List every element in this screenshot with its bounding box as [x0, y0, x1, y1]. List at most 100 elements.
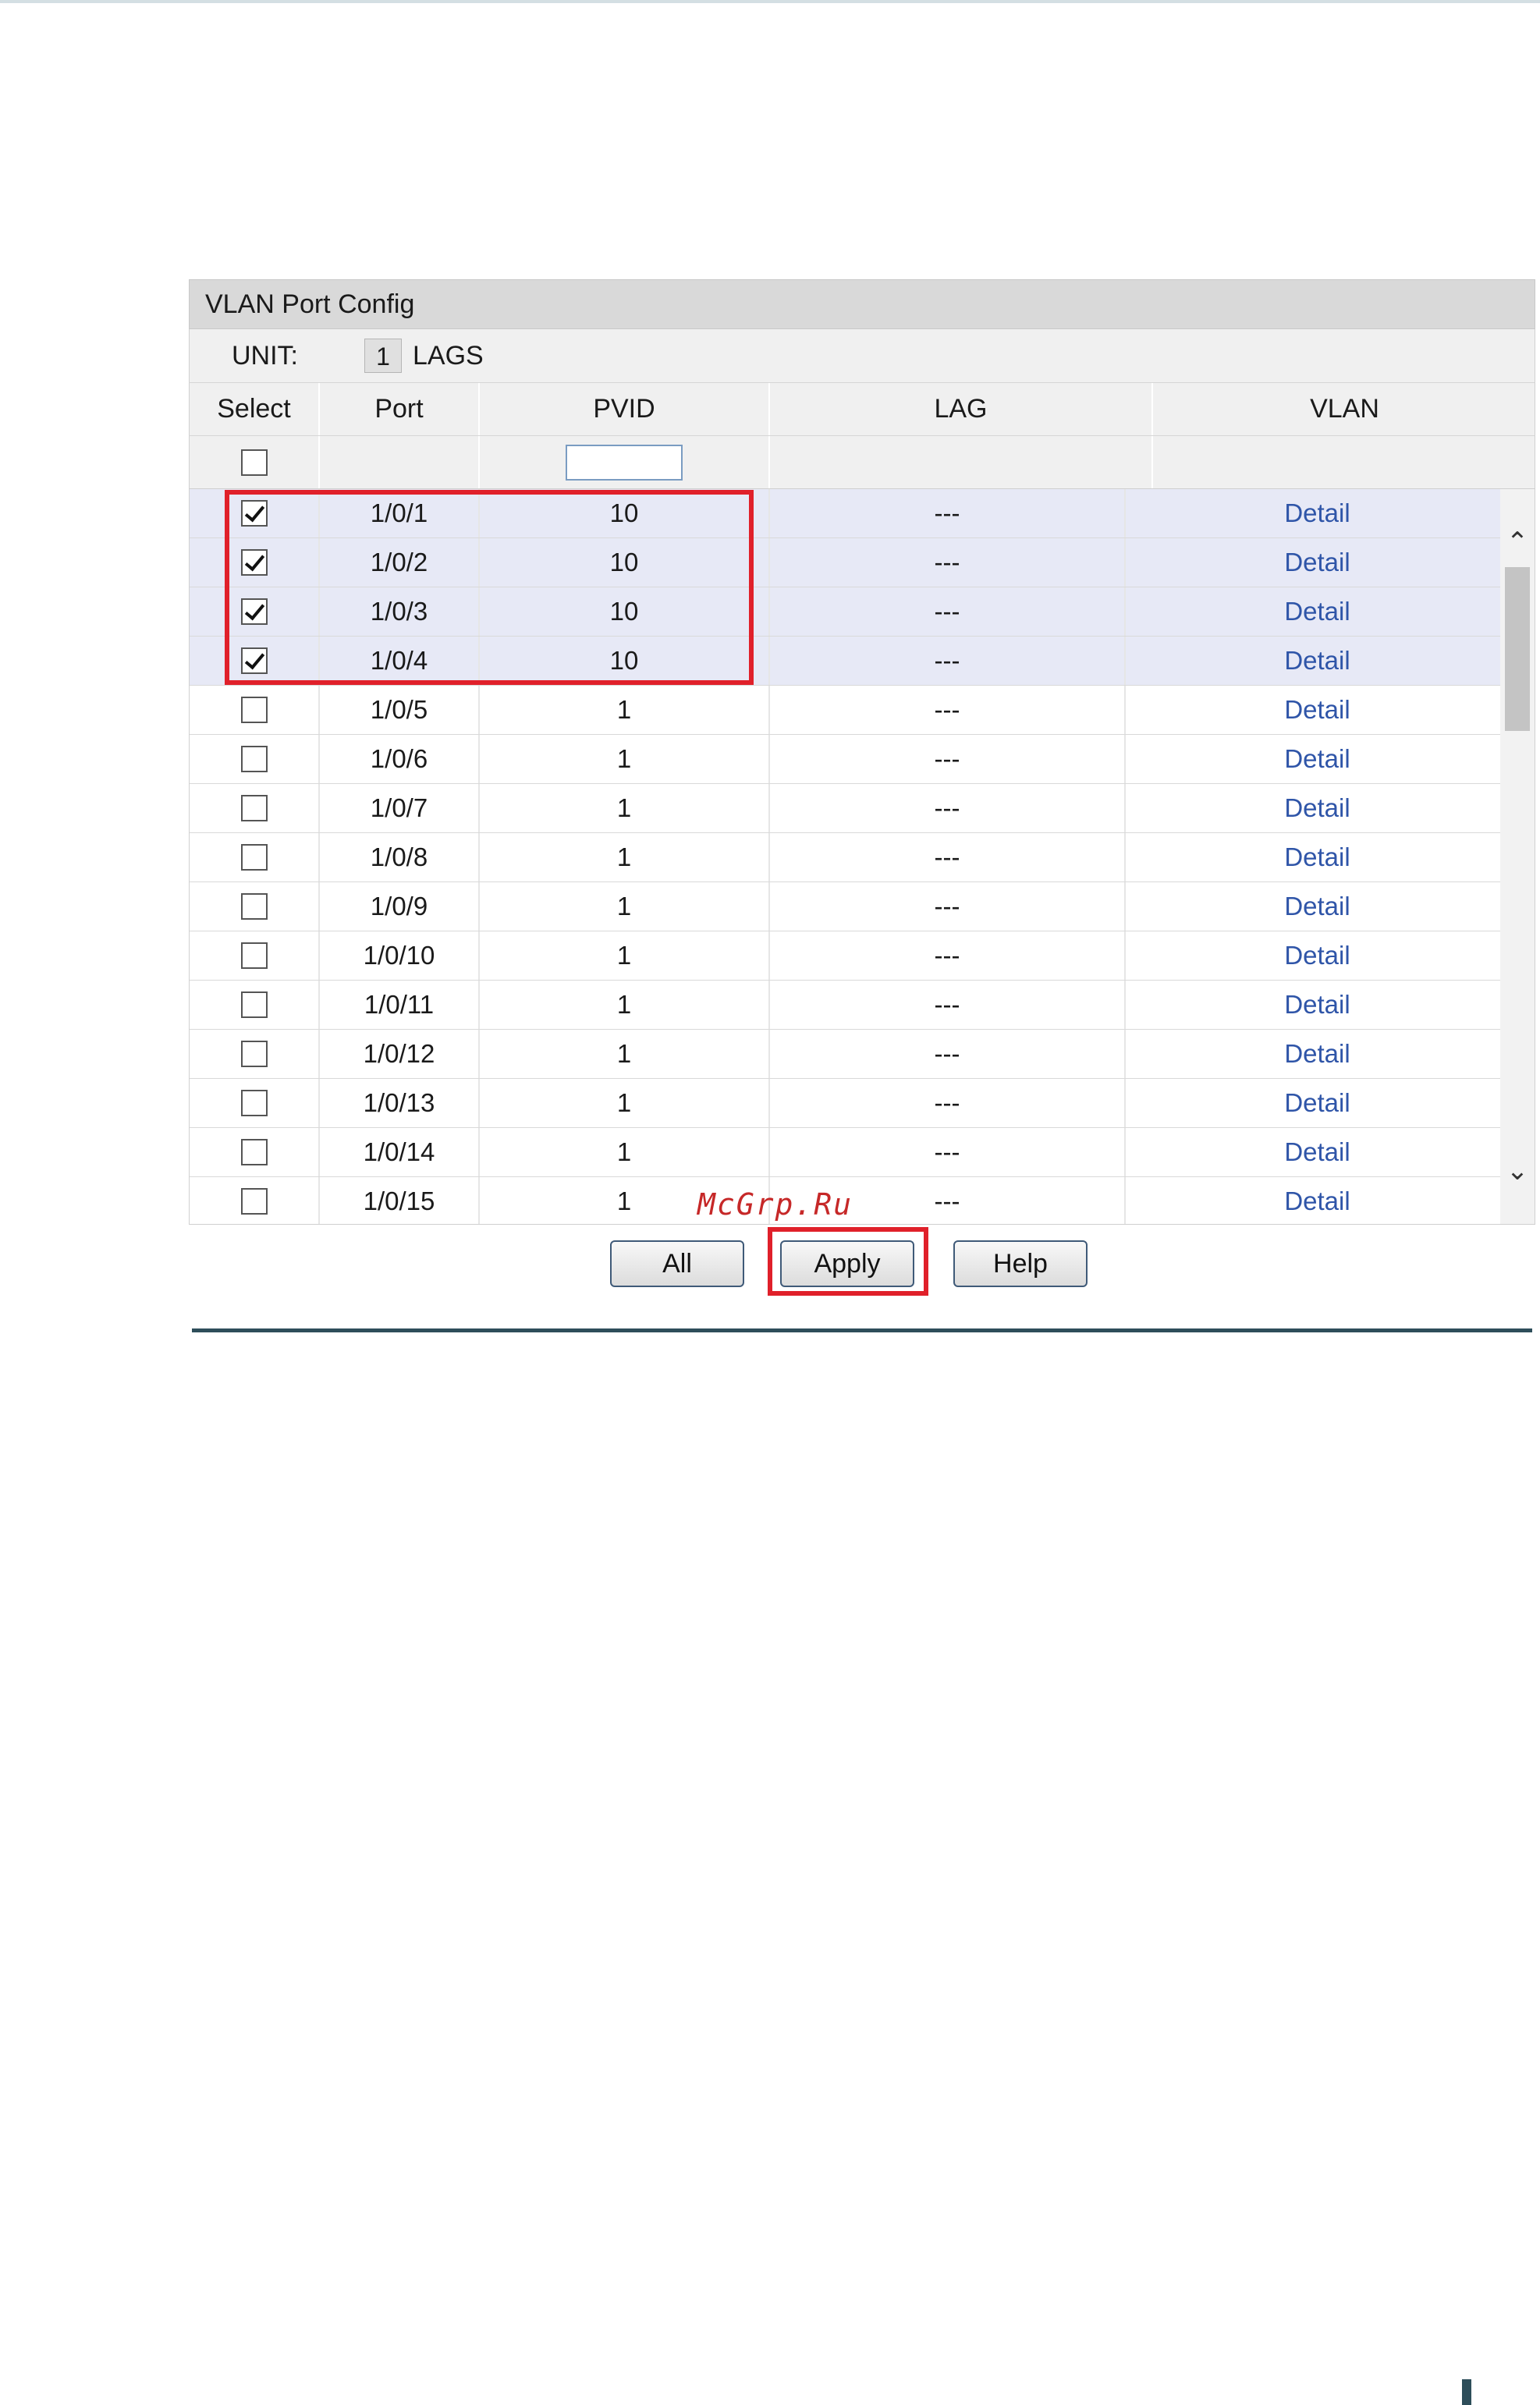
chevron-up-icon[interactable]: ⌃	[1500, 520, 1535, 564]
column-header-vlan: VLAN	[1310, 394, 1379, 424]
lag-cell: ---	[770, 931, 1126, 980]
column-header-pvid: PVID	[480, 383, 770, 435]
port-cell: 1/0/7	[320, 784, 480, 832]
scrollbar[interactable]: ⌃ ⌄	[1500, 489, 1535, 1224]
row-select-checkbox[interactable]	[240, 991, 268, 1018]
table-row[interactable]: 1/0/7 1 --- Detail	[190, 784, 1535, 833]
table-row[interactable]: 1/0/4 10 --- Detail	[190, 637, 1535, 686]
port-cell: 1/0/10	[320, 931, 480, 980]
row-select-checkbox[interactable]	[240, 746, 268, 772]
port-cell: 1/0/2	[320, 538, 480, 587]
row-select-checkbox[interactable]	[240, 598, 268, 625]
table-row[interactable]: 1/0/6 1 --- Detail	[190, 735, 1535, 784]
table-row[interactable]: 1/0/9 1 --- Detail	[190, 882, 1535, 931]
filter-pvid-cell	[480, 436, 770, 488]
select-cell	[190, 833, 320, 881]
table-row[interactable]: 1/0/12 1 --- Detail	[190, 1030, 1535, 1079]
pvid-cell: 1	[480, 1030, 770, 1078]
port-cell: 1/0/8	[320, 833, 480, 881]
pvid-cell: 1	[480, 981, 770, 1029]
table-row[interactable]: 1/0/5 1 --- Detail	[190, 686, 1535, 735]
row-select-checkbox[interactable]	[240, 893, 268, 920]
select-cell	[190, 1128, 320, 1176]
pvid-cell: 1	[480, 784, 770, 832]
row-select-checkbox[interactable]	[240, 697, 268, 723]
port-cell: 1/0/3	[320, 587, 480, 636]
detail-link[interactable]: Detail	[1284, 1137, 1350, 1167]
table-row[interactable]: 1/0/11 1 --- Detail	[190, 981, 1535, 1030]
detail-link[interactable]: Detail	[1284, 548, 1350, 577]
apply-button[interactable]: Apply	[780, 1240, 914, 1287]
select-all-cell	[190, 436, 320, 488]
lag-cell: ---	[770, 686, 1126, 734]
help-button[interactable]: Help	[953, 1240, 1088, 1287]
select-cell	[190, 981, 320, 1029]
unit-label: UNIT:	[232, 340, 298, 371]
pvid-cell: 10	[480, 538, 770, 587]
scroll-thumb[interactable]	[1505, 567, 1530, 731]
table-row[interactable]: 1/0/3 10 --- Detail	[190, 587, 1535, 637]
select-cell	[190, 538, 320, 587]
table-row[interactable]: 1/0/15 1 --- Detail	[190, 1177, 1535, 1224]
pvid-cell: 1	[480, 1079, 770, 1127]
chevron-down-icon[interactable]: ⌄	[1500, 1149, 1535, 1193]
row-select-checkbox[interactable]	[240, 1139, 268, 1165]
filter-port-cell	[320, 436, 480, 488]
panel-title: VLAN Port Config	[189, 279, 1535, 329]
table-row[interactable]: 1/0/2 10 --- Detail	[190, 538, 1535, 587]
detail-link[interactable]: Detail	[1284, 498, 1350, 528]
pvid-cell: 1	[480, 1128, 770, 1176]
detail-link[interactable]: Detail	[1284, 1187, 1350, 1216]
detail-link[interactable]: Detail	[1284, 695, 1350, 725]
table-row[interactable]: 1/0/14 1 --- Detail	[190, 1128, 1535, 1177]
column-header-select: Select	[190, 383, 320, 435]
detail-link[interactable]: Detail	[1284, 892, 1350, 921]
row-select-checkbox[interactable]	[240, 795, 268, 821]
detail-link[interactable]: Detail	[1284, 744, 1350, 774]
lag-cell: ---	[770, 735, 1126, 783]
vlan-cell: Detail	[1126, 637, 1509, 685]
select-all-checkbox[interactable]	[240, 449, 268, 476]
vlan-cell: Detail	[1126, 784, 1509, 832]
detail-link[interactable]: Detail	[1284, 842, 1350, 872]
table-row[interactable]: 1/0/8 1 --- Detail	[190, 833, 1535, 882]
row-select-checkbox[interactable]	[240, 500, 268, 527]
row-select-checkbox[interactable]	[240, 942, 268, 969]
vlan-cell: Detail	[1126, 1079, 1509, 1127]
vlan-cell: Detail	[1126, 833, 1509, 881]
row-select-checkbox[interactable]	[240, 1090, 268, 1116]
lag-cell: ---	[770, 587, 1126, 636]
lag-cell: ---	[770, 489, 1126, 537]
vlan-port-config-panel: VLAN Port Config UNIT: 1 LAGS Select Por…	[189, 279, 1535, 1225]
detail-link[interactable]: Detail	[1284, 941, 1350, 970]
detail-link[interactable]: Detail	[1284, 990, 1350, 1020]
bottom-rule	[192, 1328, 1532, 1332]
lag-cell: ---	[770, 637, 1126, 685]
detail-link[interactable]: Detail	[1284, 597, 1350, 626]
row-select-checkbox[interactable]	[240, 1041, 268, 1067]
port-cell: 1/0/11	[320, 981, 480, 1029]
select-cell	[190, 931, 320, 980]
detail-link[interactable]: Detail	[1284, 1039, 1350, 1069]
vlan-cell: Detail	[1126, 735, 1509, 783]
table-row[interactable]: 1/0/1 10 --- Detail	[190, 489, 1535, 538]
pvid-input[interactable]	[566, 444, 683, 481]
select-cell	[190, 1177, 320, 1224]
row-select-checkbox[interactable]	[240, 1188, 268, 1215]
select-cell	[190, 882, 320, 931]
detail-link[interactable]: Detail	[1284, 793, 1350, 823]
unit-selector[interactable]: 1	[364, 339, 402, 373]
lags-tab[interactable]: LAGS	[413, 341, 484, 371]
all-button[interactable]: All	[610, 1240, 744, 1287]
row-select-checkbox[interactable]	[240, 844, 268, 871]
detail-link[interactable]: Detail	[1284, 646, 1350, 676]
pvid-cell: 1	[480, 931, 770, 980]
vlan-cell: Detail	[1126, 1128, 1509, 1176]
row-select-checkbox[interactable]	[240, 647, 268, 674]
table-row[interactable]: 1/0/13 1 --- Detail	[190, 1079, 1535, 1128]
detail-link[interactable]: Detail	[1284, 1088, 1350, 1118]
vlan-cell: Detail	[1126, 882, 1509, 931]
table-row[interactable]: 1/0/10 1 --- Detail	[190, 931, 1535, 981]
row-list: 1/0/1 10 --- Detail 1/0/2 10 --- Detail 1/0/3 10-…	[190, 489, 1535, 1224]
row-select-checkbox[interactable]	[240, 549, 268, 576]
